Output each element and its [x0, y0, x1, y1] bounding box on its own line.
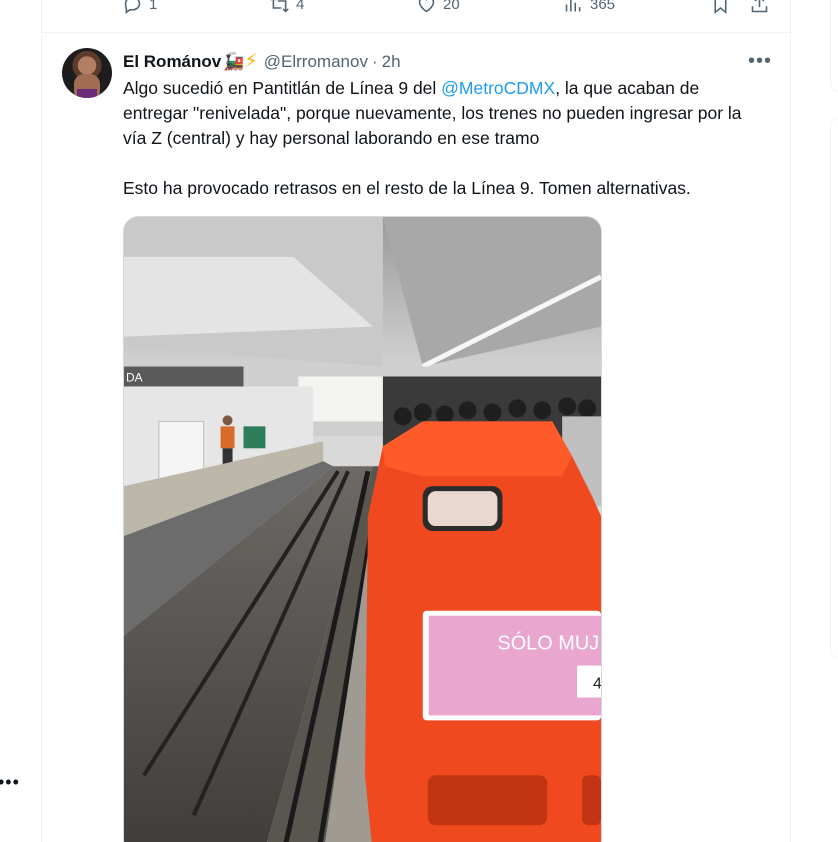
tweet-photo[interactable]: DA SÓLO MUJ — [123, 216, 602, 842]
mention-link[interactable]: @MetroCDMX — [441, 78, 555, 98]
photo-sign-text: SÓLO MUJ — [497, 632, 599, 655]
like-button[interactable]: 20 — [416, 0, 460, 15]
more-options-button[interactable]: ••• — [748, 50, 772, 73]
metro-platform-photo: DA SÓLO MUJ — [124, 217, 601, 842]
bookmark-button[interactable] — [710, 0, 731, 20]
tweet-timestamp[interactable]: 2h — [382, 52, 401, 72]
tweet-paragraph-2: Esto ha provocado retrasos en el resto d… — [123, 178, 691, 198]
share-icon — [751, 0, 768, 13]
sidebar-card-edge — [830, 0, 838, 92]
share-button[interactable] — [749, 0, 770, 20]
left-nav-more-icon[interactable]: ••• — [0, 772, 20, 793]
reply-icon — [124, 0, 141, 14]
page: 1 4 20 365 El Románov 🚂 ⚡ @Elrromanov · … — [0, 0, 838, 842]
lightning-emoji-icon: ⚡ — [244, 51, 258, 72]
timeline-column: 1 4 20 365 El Románov 🚂 ⚡ @Elrromanov · … — [41, 0, 792, 842]
separator-dot: · — [371, 51, 378, 71]
reply-count: 1 — [149, 0, 158, 13]
tweet-text: Algo sucedió en Pantitlán de Línea 9 del… — [123, 76, 763, 201]
tweet-text-start: Algo sucedió en Pantitlán de Línea 9 del — [123, 78, 442, 98]
views-button[interactable]: 365 — [563, 0, 615, 15]
tweet-header: El Románov 🚂 ⚡ @Elrromanov · 2h — [123, 50, 401, 73]
views-chart-icon — [565, 0, 581, 12]
like-count: 20 — [443, 0, 460, 13]
bookmark-icon — [714, 0, 727, 15]
train-emoji-icon: 🚂 — [223, 51, 245, 71]
avatar[interactable] — [62, 48, 112, 98]
retweet-icon — [270, 0, 289, 13]
author-name[interactable]: El Románov — [123, 52, 221, 72]
tweet[interactable]: El Románov 🚂 ⚡ @Elrromanov · 2h ••• Algo… — [42, 34, 792, 842]
reply-button[interactable]: 1 — [122, 0, 157, 15]
author-handle[interactable]: @Elrromanov — [264, 52, 368, 72]
previous-tweet-action-bar: 1 4 20 365 — [42, 0, 792, 33]
tweet-paragraph-1: Algo sucedió en Pantitlán de Línea 9 del… — [123, 76, 763, 151]
heart-icon — [418, 0, 435, 13]
sidebar-card-edge-2 — [830, 118, 838, 658]
photo-sign-number: 4 — [593, 676, 601, 693]
retweet-count: 4 — [296, 0, 305, 13]
views-count: 365 — [590, 0, 616, 13]
retweet-button[interactable]: 4 — [269, 0, 304, 15]
platform-sign-text: DA — [126, 370, 143, 384]
